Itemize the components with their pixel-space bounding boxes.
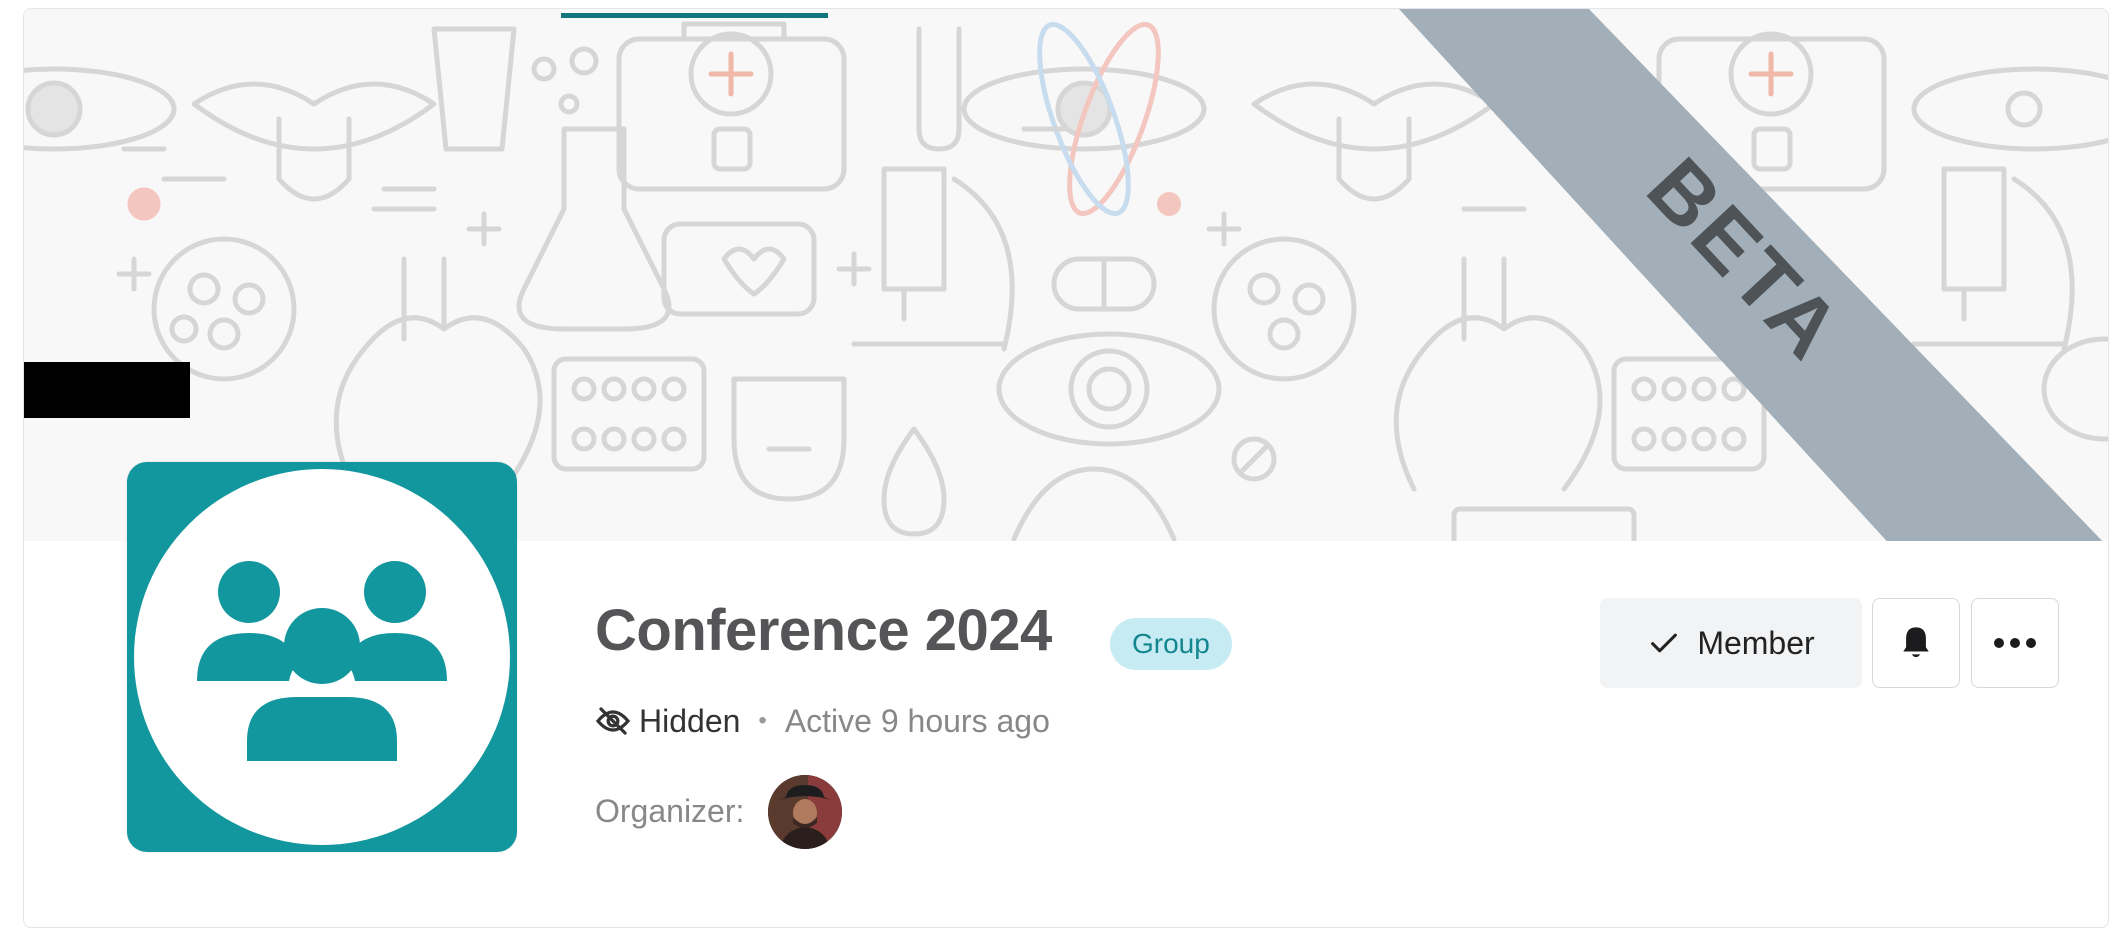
group-header-card: BETA Conference 2024 Group Hidden • Acti… [23, 8, 2109, 928]
group-meta: Hidden • Active 9 hours ago [595, 699, 1050, 743]
group-people-icon [197, 561, 447, 761]
group-avatar [127, 462, 517, 852]
ellipsis-icon [1994, 638, 2036, 648]
active-tab-indicator [561, 13, 828, 18]
meta-separator: • [758, 707, 767, 734]
notifications-button[interactable] [1872, 598, 1960, 688]
member-button-label: Member [1697, 624, 1815, 661]
organizer-avatar[interactable] [768, 774, 843, 849]
activity-status: Active 9 hours ago [784, 702, 1050, 739]
page-title: Conference 2024 [595, 598, 1052, 663]
group-type-badge: Group [1110, 618, 1232, 670]
redacted-region [24, 362, 190, 418]
organizer-label: Organizer: [595, 793, 745, 829]
check-icon [1651, 633, 1678, 653]
eye-slash-icon [595, 707, 631, 735]
visibility-status: Hidden [639, 702, 741, 739]
bell-icon [1903, 627, 1929, 658]
member-button[interactable]: Member [1600, 598, 1862, 688]
more-options-button[interactable] [1971, 598, 2059, 688]
organizer-row: Organizer: [595, 774, 843, 849]
